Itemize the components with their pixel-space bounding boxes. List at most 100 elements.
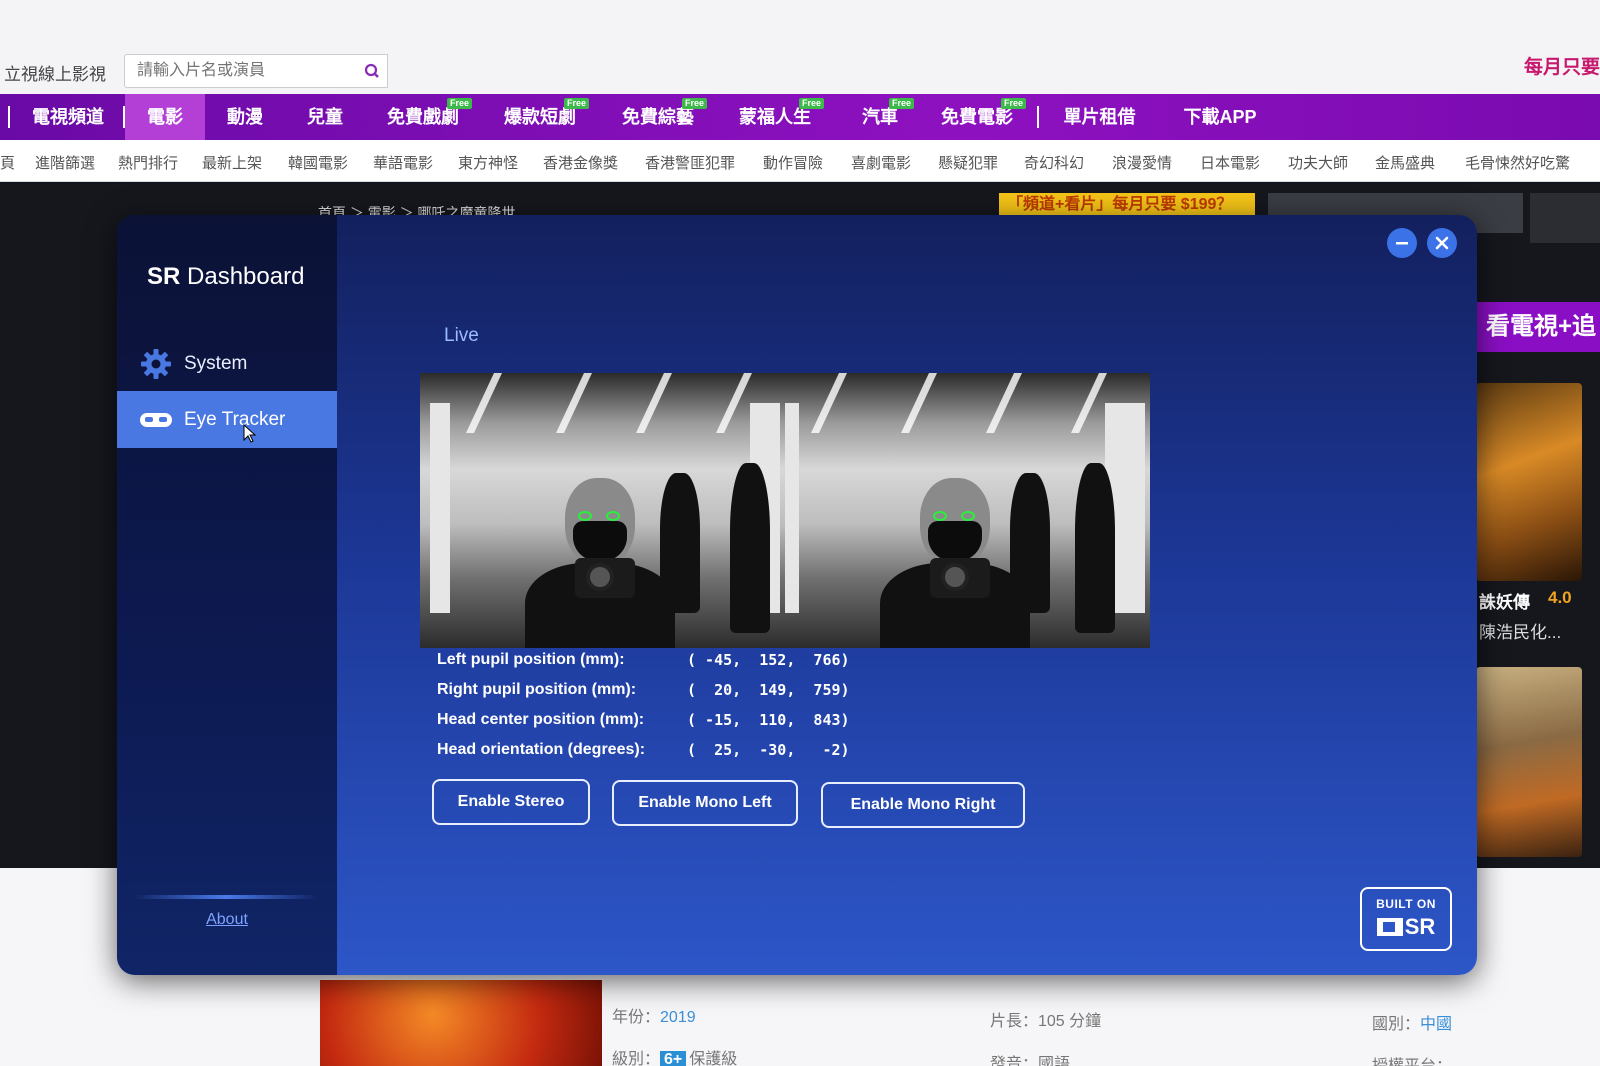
nav-item-kids[interactable]: 兒童 xyxy=(290,94,360,140)
promo-banner[interactable]: 「頻道+看片」每月只要 $199？ xyxy=(999,193,1255,217)
nav-label: 蒙福人生 xyxy=(739,107,811,127)
site-sub-nav: 頁 進階篩選 熱門排行 最新上架 韓國電影 華語電影 東方神怪 香港金像獎 香港… xyxy=(0,140,1600,182)
sub-nav-item[interactable]: 頁 xyxy=(0,152,15,173)
nav-label: 爆款短劇 xyxy=(504,107,576,127)
metric-value: ( 20, 149, 759) xyxy=(687,681,850,699)
nav-separator xyxy=(1037,106,1039,128)
side-promo[interactable]: 看電視+追 xyxy=(1474,302,1600,352)
nav-label: 下載APP xyxy=(1183,107,1257,127)
movie-poster[interactable] xyxy=(1476,383,1582,581)
free-badge: Free xyxy=(798,98,824,109)
metric-value: ( -45, 152, 766) xyxy=(687,651,850,669)
nav-item-movies[interactable]: 電影 xyxy=(125,94,205,140)
ceiling-light xyxy=(1071,373,1107,433)
nav-item-download-app[interactable]: 下載APP xyxy=(1170,94,1270,140)
enable-stereo-button[interactable]: Enable Stereo xyxy=(432,779,590,825)
dashboard-title: SR Dashboard xyxy=(147,263,304,291)
nav-label: 單片租借 xyxy=(1063,107,1136,127)
sub-nav-item[interactable]: 香港警匪犯罪 xyxy=(645,152,735,173)
free-badge: Free xyxy=(446,98,472,109)
movie-poster[interactable] xyxy=(1476,667,1582,857)
sub-nav-item[interactable]: 懸疑犯罪 xyxy=(938,152,998,173)
sub-nav-item[interactable]: 最新上架 xyxy=(202,152,262,173)
sr-dashboard-window: SR Dashboard System Eye Tracker About Li… xyxy=(117,215,1477,975)
free-badge: Free xyxy=(1000,98,1026,109)
meta-year: 年份：2019 xyxy=(612,1003,696,1027)
site-search-input[interactable] xyxy=(125,55,358,87)
sub-nav-item[interactable]: 金馬盛典 xyxy=(1375,152,1435,173)
nav-label: 免費綜藝 xyxy=(622,107,694,127)
free-badge: Free xyxy=(563,98,589,109)
metric-label: Right pupil position (mm): xyxy=(437,681,637,698)
free-badge: Free xyxy=(888,98,914,109)
poster-cast: 陳浩民化... xyxy=(1479,623,1562,642)
ceiling-light xyxy=(716,373,752,433)
site-search-box[interactable] xyxy=(124,54,359,88)
metric-value: ( 25, -30, -2) xyxy=(687,741,850,759)
sub-nav-item[interactable]: 毛骨悚然好吃驚 xyxy=(1465,152,1570,173)
metric-label: Head orientation (degrees): xyxy=(437,741,646,758)
sub-nav-item[interactable]: 東方神怪 xyxy=(458,152,518,173)
nav-separator xyxy=(8,106,10,128)
meta-platform: 授權平台： xyxy=(1372,1052,1452,1066)
headset-icon xyxy=(139,403,173,437)
meta-duration: 片長：105 分鐘 xyxy=(990,1013,1102,1030)
nav-item-free-drama[interactable]: 免費戲劇 Free xyxy=(378,94,472,140)
sidebar-item-system[interactable]: System xyxy=(117,335,337,392)
sub-nav-item[interactable]: 日本電影 xyxy=(1200,152,1260,173)
nav-label: 免費電影 xyxy=(941,107,1013,127)
meta-country-value[interactable]: 中國 xyxy=(1420,1016,1452,1033)
nav-item-short-drama[interactable]: 爆款短劇 Free xyxy=(495,94,589,140)
nav-item-blessed-life[interactable]: 蒙福人生 Free xyxy=(730,94,824,140)
nav-item-anime[interactable]: 動漫 xyxy=(210,94,280,140)
search-button[interactable] xyxy=(358,54,388,88)
meta-country-label: 國別： xyxy=(1372,1016,1421,1033)
close-button[interactable] xyxy=(1427,228,1457,258)
ceiling-light xyxy=(556,373,592,433)
meta-rating-text: 保護級 xyxy=(689,1051,738,1066)
enable-mono-right-button[interactable]: Enable Mono Right xyxy=(821,782,1025,828)
free-badge: Free xyxy=(681,98,707,109)
ceiling-light xyxy=(901,373,937,433)
nav-item-tv-channels[interactable]: 電視頻道 xyxy=(18,94,118,140)
sub-nav-item[interactable]: 奇幻科幻 xyxy=(1024,152,1084,173)
sub-nav-item[interactable]: 進階篩選 xyxy=(35,152,95,173)
nav-item-free-movies[interactable]: 免費電影 Free xyxy=(932,94,1026,140)
metric-label: Left pupil position (mm): xyxy=(437,651,625,668)
nav-item-cars[interactable]: 汽車 Free xyxy=(850,94,914,140)
nav-item-free-variety[interactable]: 免費綜藝 Free xyxy=(613,94,707,140)
gear-icon xyxy=(139,347,173,381)
sub-nav-item[interactable]: 功夫大師 xyxy=(1288,152,1348,173)
sr-logo-icon xyxy=(1376,918,1403,936)
minimize-icon xyxy=(1396,242,1408,245)
sub-nav-item[interactable]: 韓國電影 xyxy=(288,152,348,173)
sr-logo: SR xyxy=(1362,914,1450,940)
site-promo[interactable]: 每月只要 xyxy=(1524,52,1600,79)
sub-nav-item[interactable]: 熱門排行 xyxy=(118,152,178,173)
meta-country: 國別：中國 xyxy=(1372,1010,1452,1034)
built-on-sr-badge: BUILT ON SR xyxy=(1360,887,1452,951)
mouse-cursor-icon xyxy=(243,424,257,443)
ceiling-light xyxy=(986,373,1022,433)
meta-year-label: 年份： xyxy=(612,1009,661,1026)
sub-nav-item[interactable]: 動作冒險 xyxy=(763,152,823,173)
sub-nav-item[interactable]: 喜劇電影 xyxy=(851,152,911,173)
nav-item-rental[interactable]: 單片租借 xyxy=(1052,94,1147,140)
ceiling-light xyxy=(466,373,502,433)
sub-nav-item[interactable]: 香港金像獎 xyxy=(543,152,618,173)
poster-title[interactable]: 誅妖傳 xyxy=(1479,588,1530,613)
sub-nav-item[interactable]: 浪漫愛情 xyxy=(1112,152,1172,173)
about-link[interactable]: About xyxy=(117,911,337,929)
sr-logo-text: SR xyxy=(1404,914,1436,939)
sub-nav-item[interactable]: 華語電影 xyxy=(373,152,433,173)
close-icon xyxy=(1435,236,1449,250)
camera-frame-right xyxy=(785,373,1150,648)
site-name[interactable]: 立視線上影視 xyxy=(4,60,106,85)
nav-label: 兒童 xyxy=(307,107,343,127)
minimize-button[interactable] xyxy=(1387,228,1417,258)
meta-year-value[interactable]: 2019 xyxy=(660,1009,696,1026)
pupil-marker xyxy=(578,511,592,521)
sidebar-item-eye-tracker[interactable]: Eye Tracker xyxy=(117,391,337,448)
panel-block xyxy=(1530,193,1600,243)
enable-mono-left-button[interactable]: Enable Mono Left xyxy=(612,780,798,826)
